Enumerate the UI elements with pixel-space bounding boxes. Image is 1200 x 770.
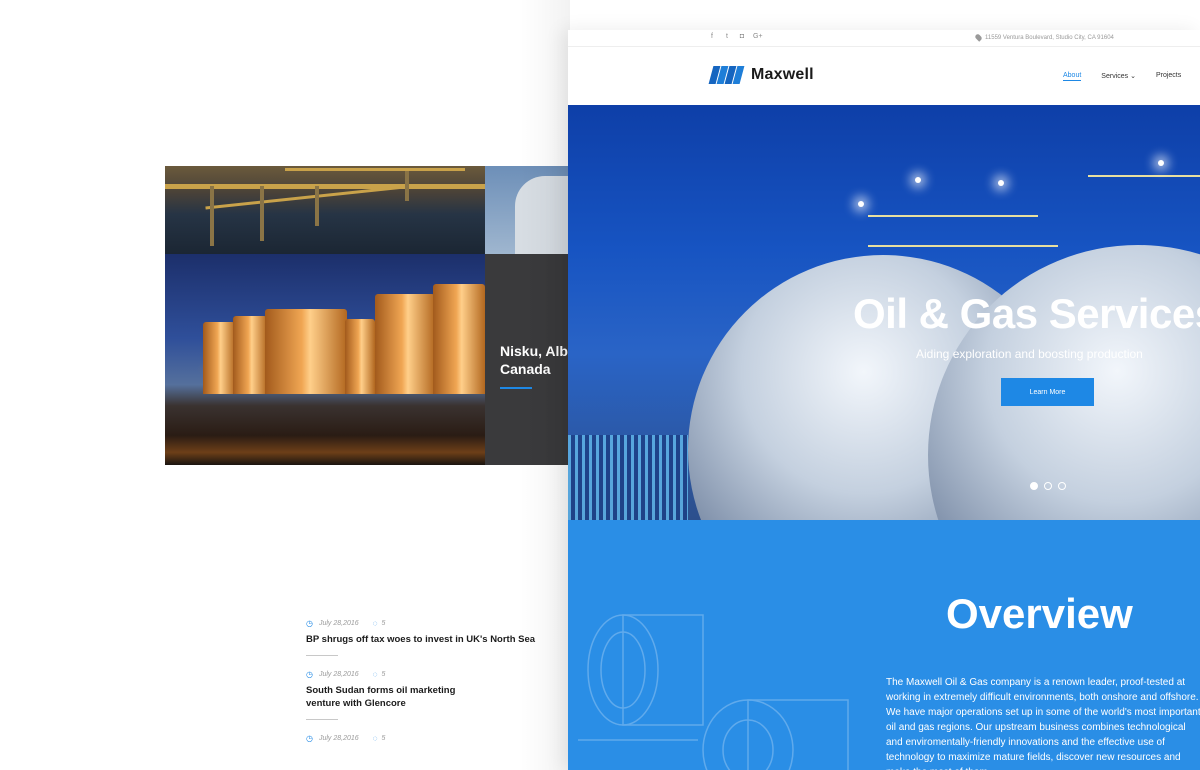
nav-services-label: Services — [1101, 73, 1129, 80]
plant-lights — [568, 435, 688, 520]
map-pin-icon — [974, 33, 983, 42]
news-item: ◷ July 28,2016 ◌ 5 South Sudan forms oil … — [306, 669, 546, 720]
slider-dot[interactable] — [1058, 482, 1066, 490]
page-shadow — [520, 0, 570, 770]
news-date: July 28,2016 — [318, 734, 359, 742]
news-divider — [306, 719, 338, 720]
site-header: Maxwell About Services ⌄ Projects — [568, 47, 1200, 105]
logo-text: Maxwell — [751, 66, 814, 83]
storage-tanks-image[interactable] — [165, 254, 485, 465]
news-item: ◷ July 28,2016 ◌ 5 — [306, 733, 546, 743]
address: 11559 Ventura Boulevard, Studio City, CA… — [974, 33, 1114, 42]
learn-more-button[interactable]: Learn More — [1001, 378, 1094, 406]
instagram-icon[interactable]: ◘ — [738, 33, 746, 40]
twitter-icon[interactable]: t — [723, 33, 731, 40]
nav-projects[interactable]: Projects — [1156, 72, 1181, 81]
news-comment-count: 5 — [381, 734, 386, 742]
social-links: f t ◘ G+ — [708, 33, 763, 40]
nav-about[interactable]: About — [1063, 72, 1082, 81]
slider-dot[interactable] — [1044, 482, 1052, 490]
overview-title: Overview — [946, 590, 1133, 637]
hero-subtitle: Aiding exploration and boosting producti… — [916, 347, 1143, 361]
main-nav: About Services ⌄ Projects — [1063, 72, 1181, 81]
pier-pipeline-image[interactable] — [165, 166, 485, 254]
logo[interactable]: Maxwell — [708, 66, 814, 84]
nav-services[interactable]: Services ⌄ — [1101, 72, 1136, 81]
news-item: ◷ July 28,2016 ◌ 5 BP shrugs off tax woes… — [306, 618, 546, 656]
news-title-link[interactable]: South Sudan forms oil marketing venture … — [306, 684, 491, 710]
comment-icon: ◌ — [372, 669, 378, 679]
google-plus-icon[interactable]: G+ — [753, 33, 763, 40]
hero-title: Oil & Gas Services — [853, 290, 1200, 337]
slider-dot[interactable] — [1030, 482, 1038, 490]
chevron-down-icon: ⌄ — [1130, 73, 1136, 80]
comment-icon: ◌ — [372, 733, 378, 743]
comment-icon: ◌ — [372, 618, 378, 628]
news-list: ◷ July 28,2016 ◌ 5 BP shrugs off tax woes… — [306, 618, 546, 743]
logo-mark-icon — [708, 66, 745, 84]
front-page: f t ◘ G+ 11559 Ventura Boulevard, Studio… — [568, 30, 1200, 770]
project-gallery: Nisku, Albe Canada — [165, 166, 575, 465]
hero-slider: Oil & Gas Services Aiding exploration an… — [568, 105, 1200, 520]
facebook-icon[interactable]: f — [708, 33, 716, 40]
clock-icon: ◷ — [306, 618, 313, 628]
news-title-link[interactable]: BP shrugs off tax woes to invest in UK's… — [306, 633, 546, 646]
news-date: July 28,2016 — [318, 670, 359, 678]
top-bar: f t ◘ G+ 11559 Ventura Boulevard, Studio… — [568, 30, 1200, 47]
news-date: July 28,2016 — [318, 619, 359, 627]
slider-dots — [1030, 482, 1066, 490]
overview-section: Overview The Maxwell Oil & Gas company i… — [568, 520, 1200, 770]
news-comment-count: 5 — [381, 670, 386, 678]
news-comment-count: 5 — [381, 619, 386, 627]
address-text: 11559 Ventura Boulevard, Studio City, CA… — [985, 34, 1114, 41]
clock-icon: ◷ — [306, 669, 313, 679]
clock-icon: ◷ — [306, 733, 313, 743]
overview-text: The Maxwell Oil & Gas company is a renow… — [886, 677, 1200, 770]
blueprint-drawing — [578, 614, 849, 770]
news-divider — [306, 655, 338, 656]
